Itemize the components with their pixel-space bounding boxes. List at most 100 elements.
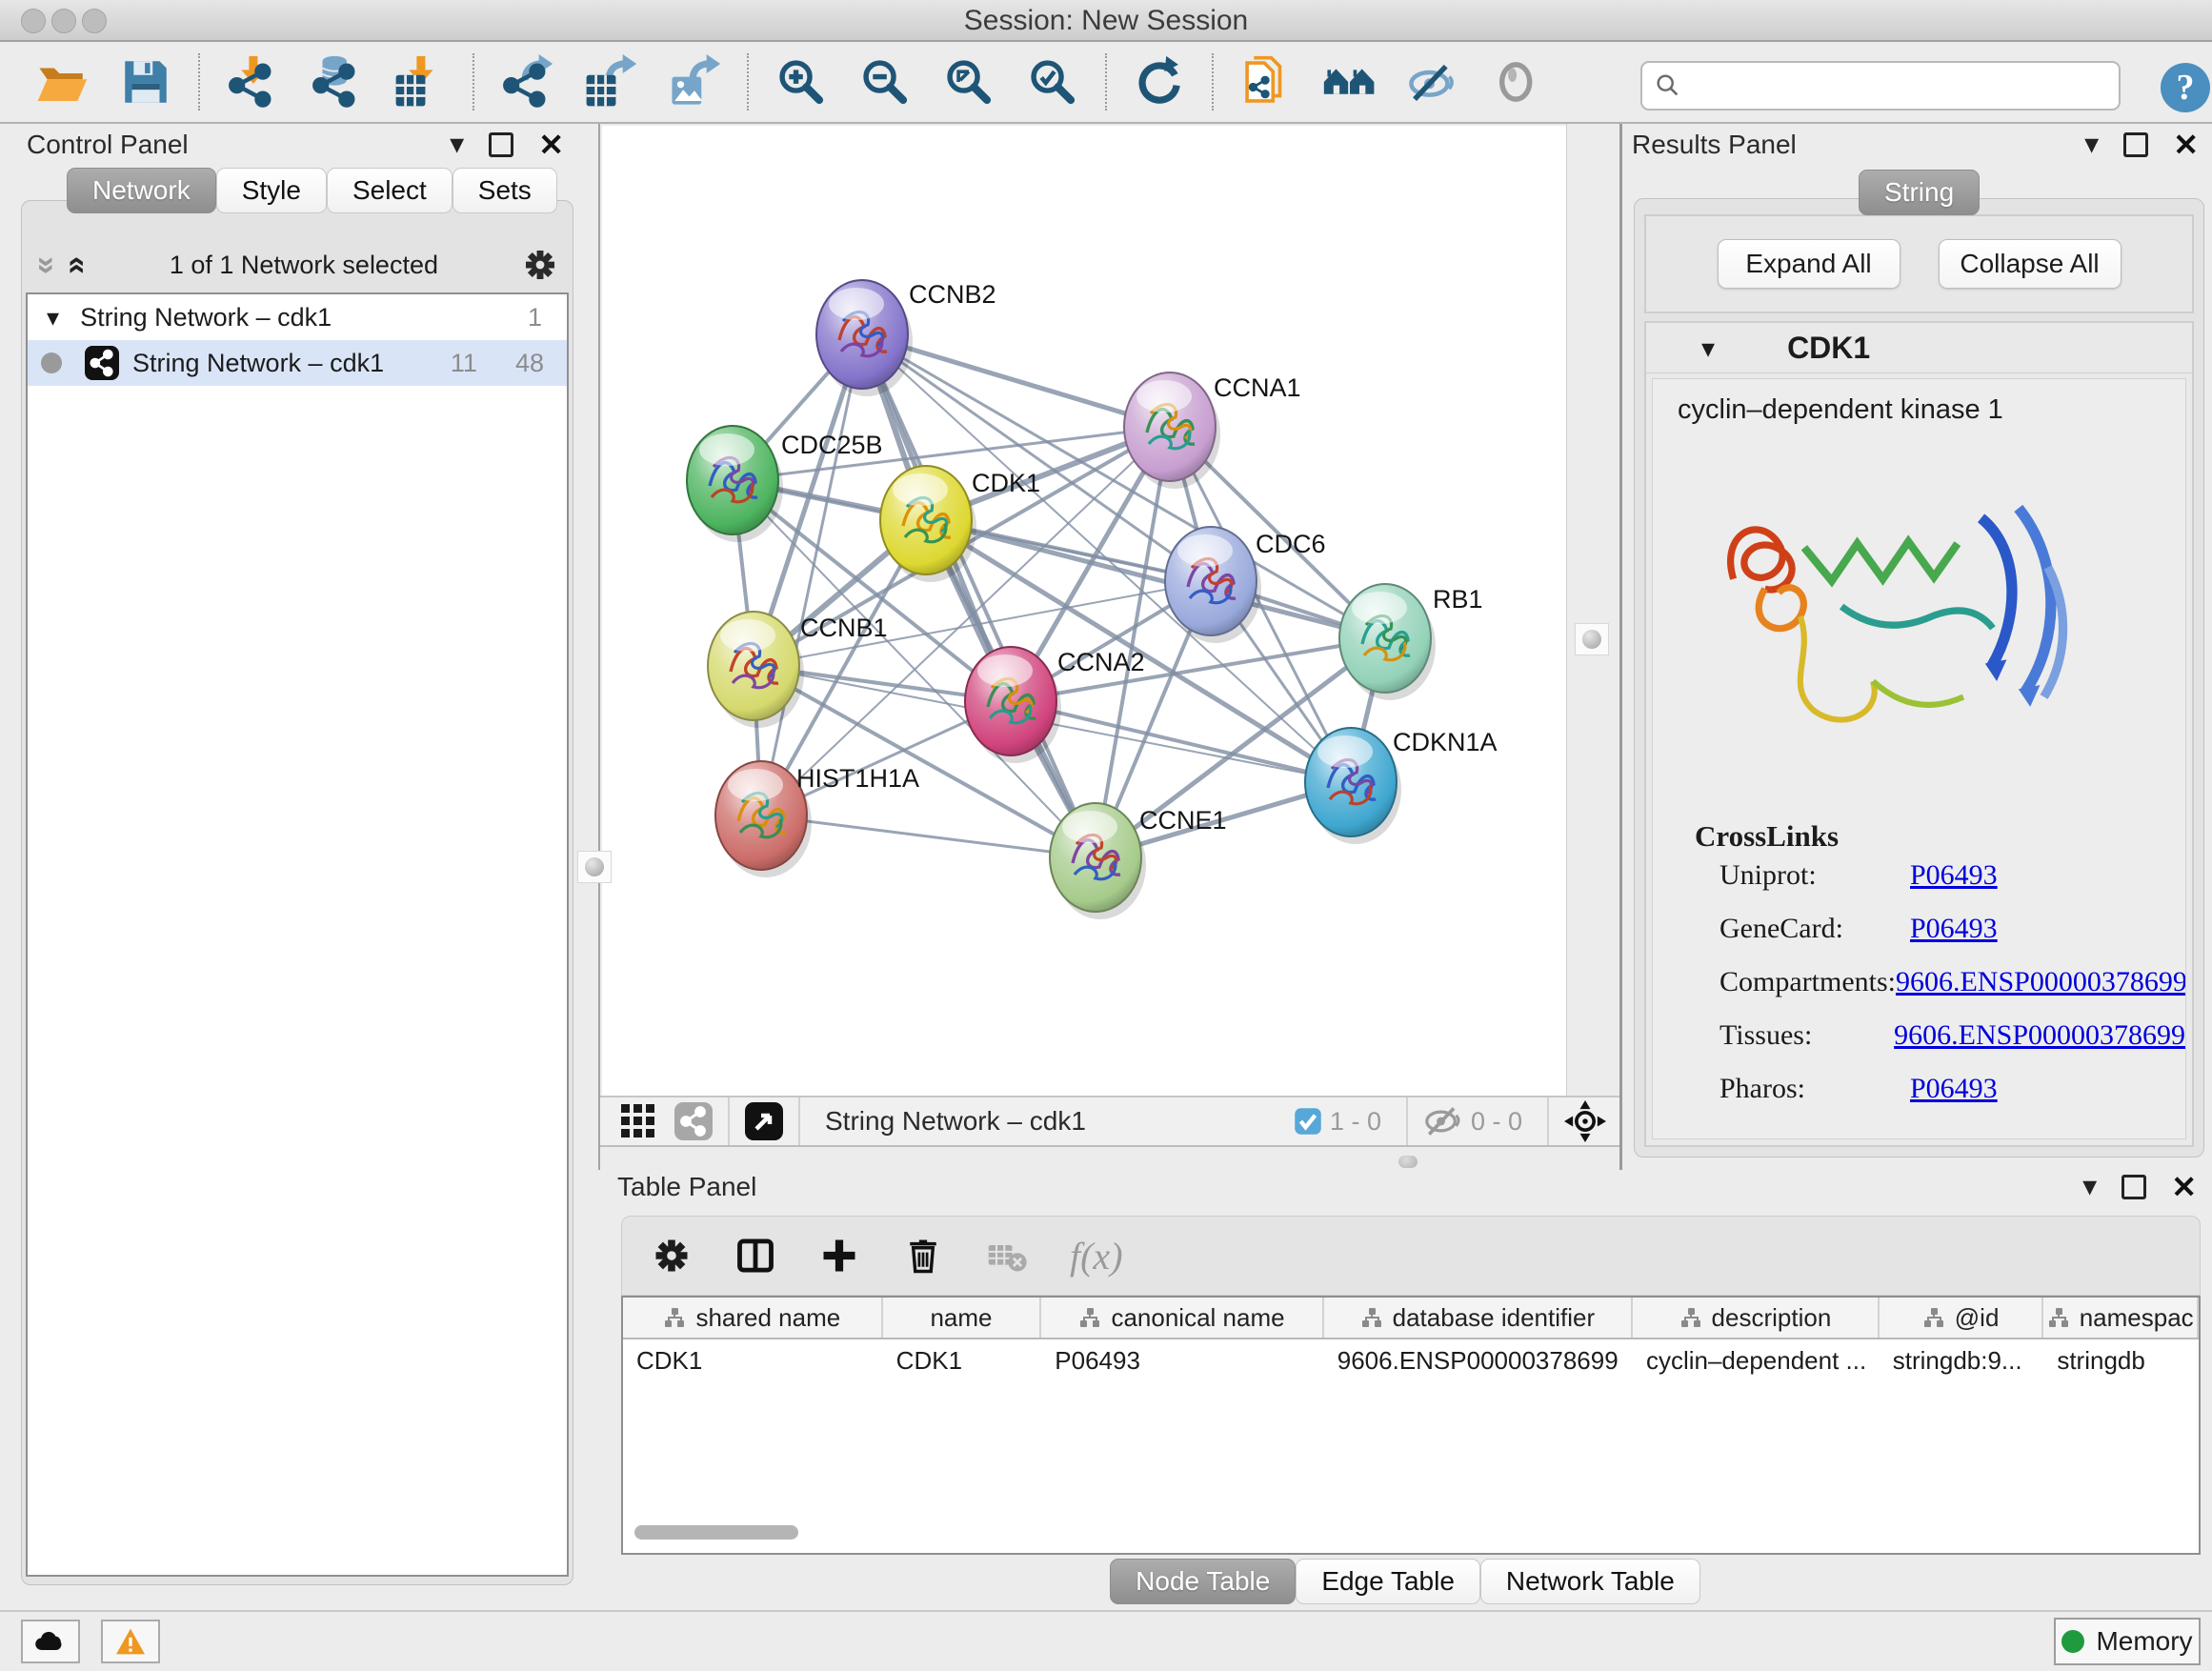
table-splitter-handle[interactable] — [1398, 1156, 1418, 1168]
table-options-gear-icon[interactable] — [651, 1235, 693, 1277]
show-all-button[interactable] — [1488, 52, 1547, 111]
tab-network[interactable]: Network — [67, 168, 216, 213]
add-column-icon[interactable] — [818, 1235, 860, 1277]
results-splitter[interactable] — [1566, 124, 1619, 1096]
import-network-from-database-button[interactable] — [307, 52, 366, 111]
cloud-button[interactable] — [21, 1620, 80, 1663]
memory-button[interactable]: Memory — [2054, 1618, 2201, 1665]
crosslink-link[interactable]: 9606.ENSP00000378699 — [1894, 1019, 2185, 1052]
table-cell[interactable]: 9606.ENSP00000378699 — [1324, 1339, 1633, 1381]
node-CDK1[interactable]: CDK1 — [880, 466, 1040, 582]
network-overview-icon[interactable] — [674, 1102, 713, 1140]
tab-network-table[interactable]: Network Table — [1480, 1559, 1700, 1604]
table-panel-float-icon[interactable] — [2122, 1175, 2146, 1199]
zoom-selected-button[interactable] — [1023, 52, 1082, 111]
home-button[interactable] — [1320, 52, 1379, 111]
column-header--id[interactable]: @id — [1880, 1298, 2044, 1338]
export-table-button[interactable] — [581, 52, 640, 111]
collapse-all-networks-icon[interactable]: « — [26, 256, 63, 274]
table-cell[interactable]: P06493 — [1041, 1339, 1323, 1381]
crosslink-link[interactable]: 9606.ENSP00000378699 — [1896, 966, 2186, 998]
tab-sets[interactable]: Sets — [452, 168, 557, 213]
crosslink-link[interactable]: P06493 — [1910, 859, 1998, 892]
collection-expand-icon[interactable]: ▾ — [47, 303, 59, 332]
grid-view-icon[interactable] — [619, 1102, 657, 1140]
tab-edge-table[interactable]: Edge Table — [1296, 1559, 1480, 1604]
show-columns-icon[interactable] — [734, 1235, 776, 1277]
network-canvas[interactable]: CCNB2 CCNA1 CDC25B CDK1 — [602, 126, 1567, 1096]
edge-CCNB2-HIST1H1A[interactable] — [761, 334, 862, 815]
import-network-button[interactable] — [223, 52, 282, 111]
export-image-button[interactable] — [665, 52, 724, 111]
crosslink-link[interactable]: P06493 — [1910, 1073, 1998, 1105]
zoom-out-button[interactable] — [855, 52, 915, 111]
column-header-canonical-name[interactable]: canonical name — [1041, 1298, 1323, 1338]
gene-collapse-icon[interactable]: ▾ — [1701, 332, 1715, 364]
table-panel-close-icon[interactable]: ✕ — [2171, 1178, 2197, 1197]
gene-section-header[interactable]: ▾ CDK1 — [1646, 323, 2192, 373]
node-HIST1H1A[interactable]: HIST1H1A — [715, 761, 919, 877]
table-cell[interactable]: CDK1 — [623, 1339, 883, 1381]
warnings-button[interactable] — [101, 1620, 160, 1663]
import-table-button[interactable] — [391, 52, 450, 111]
tab-select[interactable]: Select — [327, 168, 452, 213]
node-CDC25B[interactable]: CDC25B — [687, 426, 883, 542]
export-network-button[interactable] — [497, 52, 556, 111]
control-panel-float-icon[interactable] — [489, 132, 513, 157]
network-options-gear-icon[interactable] — [521, 246, 559, 284]
column-header-shared-name[interactable]: shared name — [623, 1298, 883, 1338]
network-collection-row[interactable]: ▾ String Network – cdk1 1 — [28, 294, 567, 340]
node-CCNA2[interactable]: CCNA2 — [965, 647, 1145, 763]
node-CCNB2[interactable]: CCNB2 — [816, 280, 996, 396]
column-header-name[interactable]: name — [883, 1298, 1042, 1338]
table-cell[interactable]: CDK1 — [883, 1339, 1042, 1381]
delete-column-icon[interactable] — [902, 1235, 944, 1277]
table-panel-menu-icon[interactable]: ▾ — [2082, 1178, 2097, 1197]
expand-all-button[interactable]: Expand All — [1718, 239, 1900, 289]
node-CDC6[interactable]: CDC6 — [1165, 527, 1326, 643]
expand-all-networks-icon[interactable]: « — [59, 256, 96, 274]
fit-content-crosshair-icon[interactable] — [1564, 1100, 1606, 1142]
control-splitter-handle[interactable] — [577, 851, 612, 883]
control-panel-menu-icon[interactable]: ▾ — [450, 135, 464, 154]
column-header-database-identifier[interactable]: database identifier — [1324, 1298, 1633, 1338]
hidden-eye-slash-icon[interactable] — [1423, 1106, 1463, 1137]
hide-selected-button[interactable] — [1404, 52, 1463, 111]
column-header-description[interactable]: description — [1633, 1298, 1880, 1338]
table-cell[interactable]: stringdb — [2043, 1339, 2199, 1381]
crosslink-link[interactable]: P06493 — [1910, 913, 1998, 945]
tab-node-table[interactable]: Node Table — [1110, 1559, 1296, 1604]
tab-style[interactable]: Style — [216, 168, 327, 213]
tab-string[interactable]: String — [1859, 170, 1980, 215]
node-CCNE1[interactable]: CCNE1 — [1050, 803, 1227, 919]
open-in-window-icon[interactable] — [745, 1102, 783, 1140]
results-panel-close-icon[interactable]: ✕ — [2173, 135, 2199, 154]
table-row[interactable]: CDK1CDK1P064939606.ENSP00000378699cyclin… — [623, 1339, 2199, 1381]
control-panel-close-icon[interactable]: ✕ — [538, 135, 564, 154]
search-input[interactable] — [1682, 66, 2119, 106]
network-row-selected[interactable]: String Network – cdk1 11 48 — [28, 340, 567, 386]
function-builder-icon[interactable]: f(x) — [1070, 1234, 1123, 1278]
results-splitter-handle[interactable] — [1575, 623, 1609, 655]
node-CDKN1A[interactable]: CDKN1A — [1305, 728, 1498, 844]
selected-count-checkbox-icon[interactable] — [1294, 1107, 1322, 1136]
results-panel-float-icon[interactable] — [2123, 132, 2148, 157]
search-box[interactable] — [1640, 61, 2121, 111]
save-session-button[interactable] — [116, 52, 175, 111]
delete-table-icon[interactable] — [986, 1235, 1028, 1277]
node-RB1[interactable]: RB1 — [1339, 584, 1483, 700]
table-cell[interactable]: stringdb:9... — [1880, 1339, 2044, 1381]
window-title: Session: New Session — [0, 5, 2212, 37]
table-hscrollbar[interactable] — [634, 1525, 798, 1540]
collapse-all-button[interactable]: Collapse All — [1939, 239, 2122, 289]
table-cell[interactable]: cyclin–dependent ... — [1633, 1339, 1880, 1381]
zoom-fit-button[interactable] — [939, 52, 998, 111]
zoom-in-button[interactable] — [772, 52, 831, 111]
results-panel-menu-icon[interactable]: ▾ — [2084, 135, 2099, 154]
help-button[interactable]: ? — [2161, 63, 2210, 112]
refresh-button[interactable] — [1130, 52, 1189, 111]
share-document-button[interactable] — [1237, 52, 1296, 111]
column-header-namespac[interactable]: namespac — [2043, 1298, 2199, 1338]
edge-CCNA2-CDKN1A[interactable] — [1011, 701, 1351, 782]
open-session-button[interactable] — [32, 52, 91, 111]
